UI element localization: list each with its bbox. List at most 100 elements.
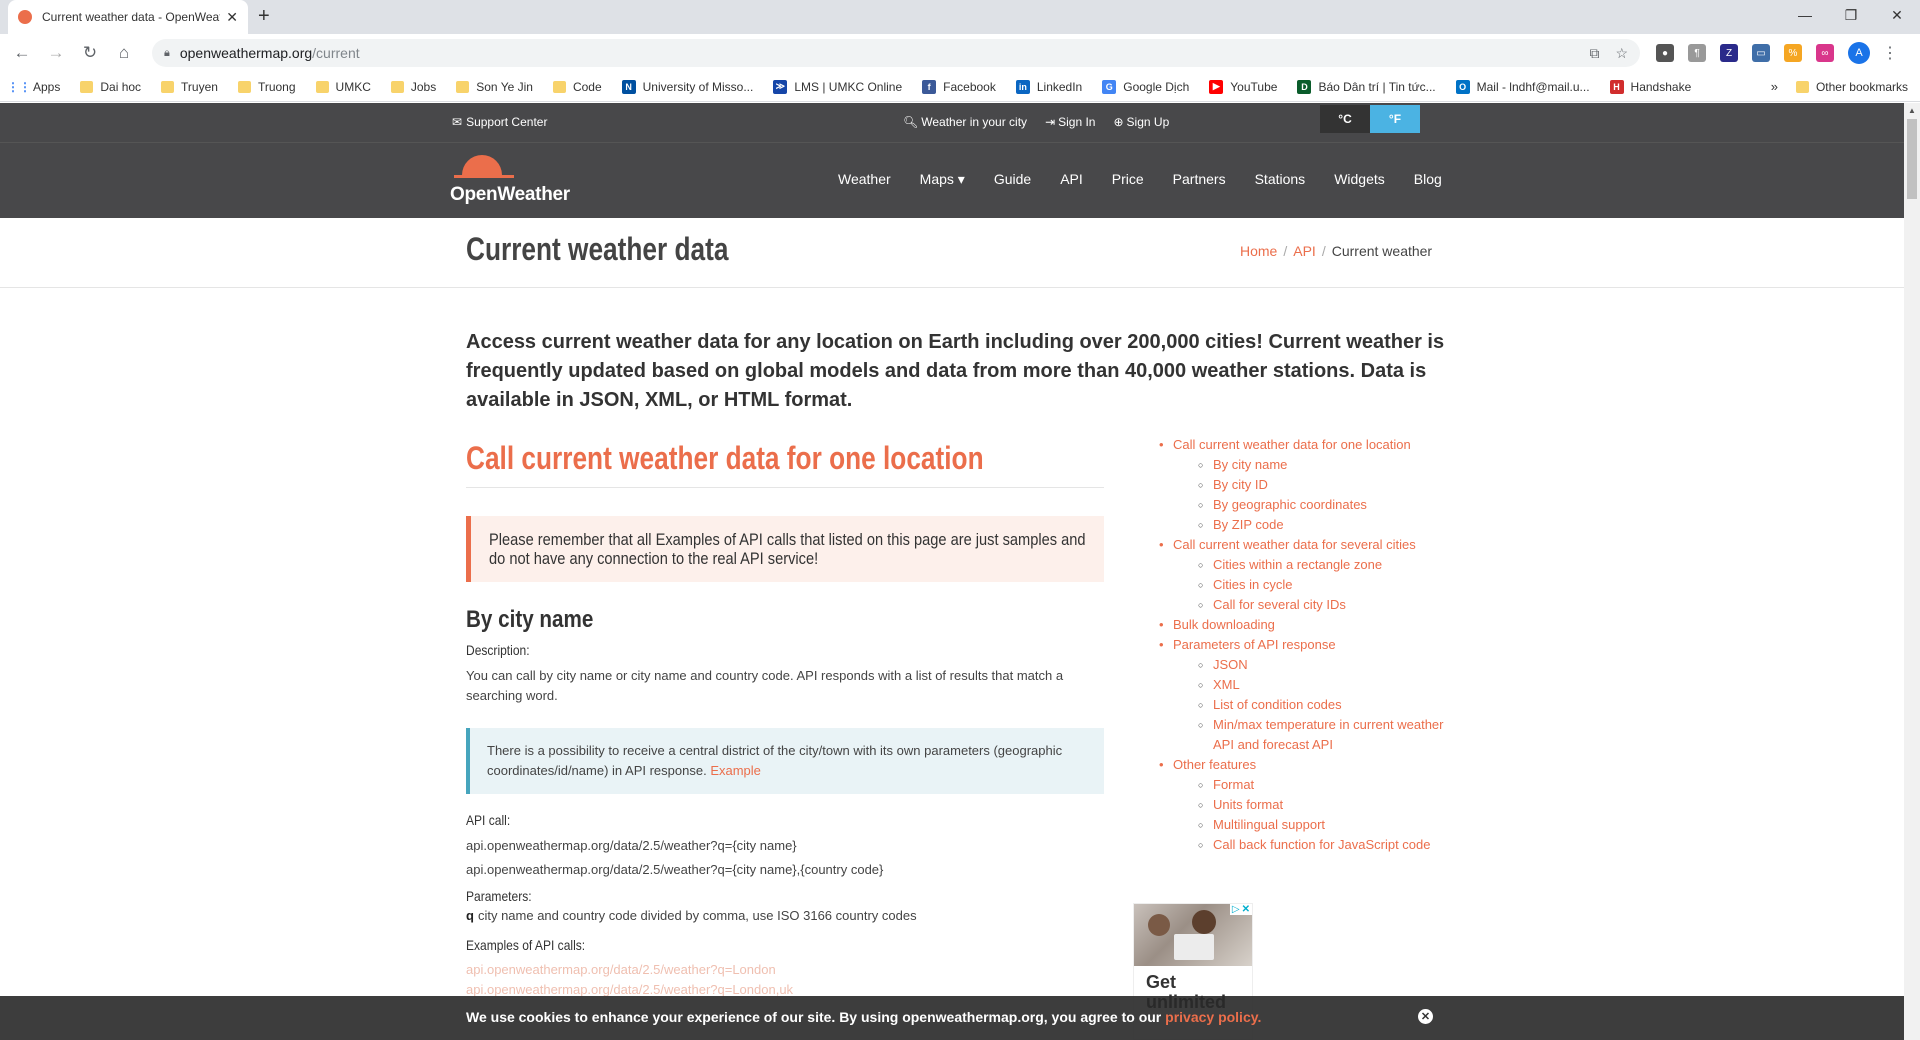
sign-up-link[interactable]: ⊕ Sign Up (1113, 115, 1169, 129)
browser-tab[interactable]: Current weather data - OpenWeat ✕ (8, 0, 248, 34)
page-scrollbar[interactable]: ▲ (1904, 103, 1920, 1040)
address-bar[interactable]: 🔒︎ openweathermap.org/current ⧉ ☆ (152, 39, 1640, 67)
bookmark-item[interactable]: N University of Misso... (621, 79, 753, 94)
window-close-icon[interactable]: ✕ (1874, 0, 1920, 30)
nav-item[interactable]: Widgets (1334, 171, 1385, 188)
lock-icon[interactable]: 🔒︎ (164, 47, 170, 60)
toc-sublink[interactable]: Call for several city IDs (1213, 597, 1346, 612)
unit-celsius-button[interactable]: °C (1320, 105, 1370, 133)
toc-link[interactable]: Other features (1173, 757, 1256, 772)
ad-badge[interactable]: ▷ ✕ (1229, 904, 1252, 915)
bookmark-item[interactable]: ⋮⋮ Apps (7, 80, 60, 94)
extension-icon[interactable]: ● (1656, 44, 1674, 62)
toc-item: Other features Format Units format Multilin… (1158, 755, 1458, 855)
back-icon[interactable]: ← (8, 39, 36, 67)
example-link[interactable]: api.openweathermap.org/data/2.5/weather?… (466, 961, 1104, 979)
extension-icon[interactable]: % (1784, 44, 1802, 62)
toc-sublink[interactable]: Multilingual support (1213, 817, 1325, 832)
bookmark-item[interactable]: H Handshake (1609, 79, 1691, 94)
bookmark-item[interactable]: UMKC (315, 80, 371, 94)
ad-close-icon[interactable]: ✕ (1242, 904, 1250, 915)
bookmark-item[interactable]: Code (552, 80, 602, 94)
bookmark-item[interactable]: f Facebook (922, 79, 996, 94)
bookmark-item[interactable]: ▶ YouTube (1209, 79, 1277, 94)
bookmark-item[interactable]: ≫ LMS | UMKC Online (773, 79, 902, 94)
nav-item[interactable]: Weather (838, 171, 891, 188)
more-bookmarks-icon[interactable]: » (1771, 79, 1778, 94)
nav-item[interactable]: API (1060, 171, 1083, 188)
translate-icon[interactable]: ⧉ (1589, 45, 1599, 62)
adchoices-icon[interactable]: ▷ (1232, 904, 1240, 915)
profile-avatar[interactable]: A (1848, 42, 1870, 64)
sign-in-link[interactable]: ⇥ Sign In (1045, 115, 1095, 129)
cookie-close-icon[interactable]: ✕ (1418, 1009, 1433, 1024)
toc-sublink[interactable]: By city name (1213, 457, 1287, 472)
nav-item[interactable]: Blog (1414, 171, 1442, 188)
bookmark-item[interactable]: Dai hoc (80, 80, 141, 94)
privacy-policy-link[interactable]: privacy policy. (1165, 1009, 1261, 1025)
bookmark-item[interactable]: Jobs (390, 80, 436, 94)
unit-fahrenheit-button[interactable]: °F (1370, 105, 1420, 133)
toc-sublink[interactable]: By city ID (1213, 477, 1268, 492)
toc-sublink[interactable]: Cities in cycle (1213, 577, 1292, 592)
breadcrumb-api[interactable]: API (1293, 243, 1316, 259)
bookmark-item[interactable]: G Google Dịch (1102, 79, 1189, 94)
toc-sublink[interactable]: XML (1213, 677, 1240, 692)
parameter-desc: city name and country code divided by co… (477, 908, 917, 923)
main-content: Call current weather data for one locati… (466, 440, 1104, 999)
toc-sublink[interactable]: JSON (1213, 657, 1248, 672)
extension-icon[interactable]: ▭ (1752, 44, 1770, 62)
nav-item[interactable]: Maps ▾ (920, 171, 965, 188)
divider (466, 487, 1104, 488)
extension-icon[interactable]: ∞ (1816, 44, 1834, 62)
nav-item[interactable]: Partners (1173, 171, 1226, 188)
bookmark-item[interactable]: D Báo Dân trí | Tin tức... (1297, 79, 1436, 94)
toc-subitem: JSON (1198, 655, 1458, 675)
extension-icon[interactable]: Z (1720, 44, 1738, 62)
toc-sublink[interactable]: Call back function for JavaScript code (1213, 837, 1431, 852)
toc-link[interactable]: Bulk downloading (1173, 617, 1275, 632)
scroll-up-icon[interactable]: ▲ (1908, 106, 1916, 115)
example-link[interactable]: Example (710, 763, 761, 778)
toc-link[interactable]: Call current weather data for one locati… (1173, 437, 1411, 452)
toc-subitem: By city ID (1198, 475, 1458, 495)
bookmark-star-icon[interactable]: ☆ (1615, 45, 1628, 62)
scrollbar-thumb[interactable] (1907, 119, 1917, 199)
bookmark-item[interactable]: Son Ye Jin (456, 80, 533, 94)
toc-sublink[interactable]: Cities within a rectangle zone (1213, 557, 1382, 572)
new-tab-icon[interactable]: + (258, 5, 270, 28)
bookmark-item[interactable]: Truong (237, 80, 296, 94)
toc-item: Parameters of API response JSON XML List of… (1158, 635, 1458, 755)
restore-icon[interactable]: ❐ (1828, 0, 1874, 30)
toc-sublink[interactable]: Min/max temperature in current weather A… (1213, 717, 1443, 752)
toc-sublink[interactable]: Units format (1213, 797, 1283, 812)
by-city-name-heading: By city name (466, 606, 594, 633)
other-bookmarks[interactable]: Other bookmarks (1795, 80, 1908, 94)
url-path: /current (312, 45, 360, 61)
tab-close-icon[interactable]: ✕ (226, 9, 238, 26)
bookmark-label: Dai hoc (100, 79, 142, 94)
bookmark-item[interactable]: Truyen (161, 80, 218, 94)
openweather-logo[interactable]: OpenWeather (450, 153, 590, 211)
forward-icon[interactable]: → (42, 39, 70, 67)
minimize-icon[interactable]: — (1782, 0, 1828, 30)
browser-menu-icon[interactable]: ⋮ (1882, 43, 1898, 63)
nav-item[interactable]: Guide (994, 171, 1031, 188)
weather-in-city-link[interactable]: 🔍︎ Weather in your city (903, 115, 1027, 129)
toc-sublink[interactable]: By geographic coordinates (1213, 497, 1367, 512)
breadcrumb-home[interactable]: Home (1240, 243, 1277, 259)
home-icon[interactable]: ⌂ (110, 39, 138, 67)
toc-sublink[interactable]: List of condition codes (1213, 697, 1342, 712)
bookmark-item[interactable]: in LinkedIn (1015, 79, 1082, 94)
toc-sublink[interactable]: By ZIP code (1213, 517, 1284, 532)
toc-item: Bulk downloading (1158, 615, 1458, 635)
toc-link[interactable]: Call current weather data for several ci… (1173, 537, 1416, 552)
nav-item[interactable]: Price (1112, 171, 1144, 188)
reload-icon[interactable]: ↻ (76, 39, 104, 67)
bookmark-item[interactable]: O Mail - lndhf@mail.u... (1455, 79, 1590, 94)
nav-item[interactable]: Stations (1255, 171, 1306, 188)
support-center-link[interactable]: ✉ Support Center (452, 115, 547, 129)
toc-sublink[interactable]: Format (1213, 777, 1254, 792)
toc-link[interactable]: Parameters of API response (1173, 637, 1336, 652)
extension-icon[interactable]: ¶ (1688, 44, 1706, 62)
